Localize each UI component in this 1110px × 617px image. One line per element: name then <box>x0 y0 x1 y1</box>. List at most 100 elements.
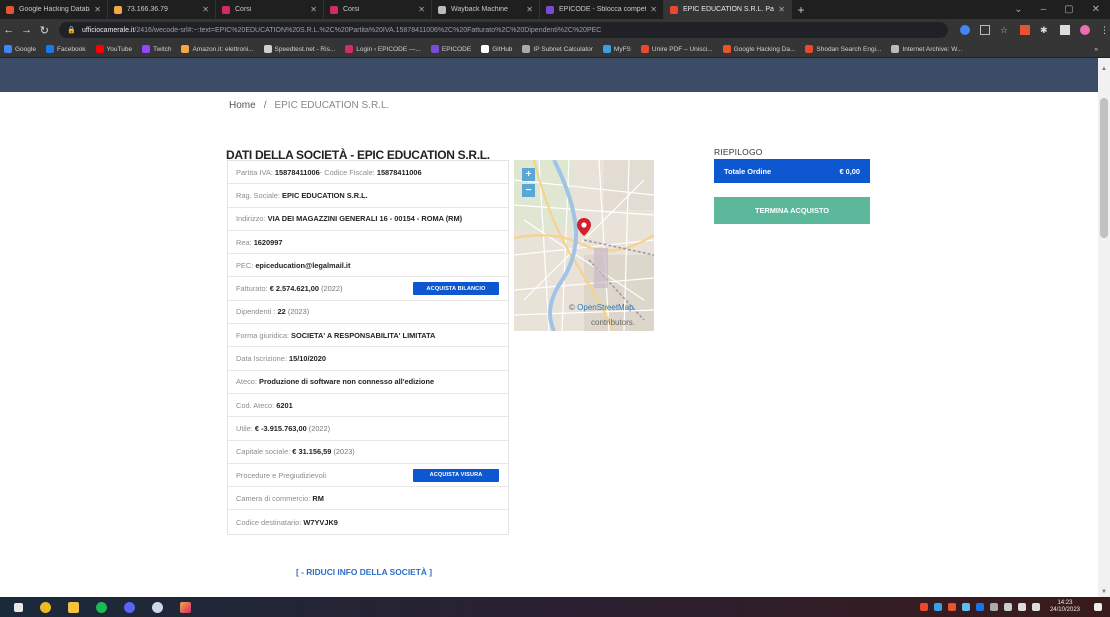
network-icon[interactable] <box>1017 603 1026 611</box>
openstreetmap-link[interactable]: OpenStreetMap <box>577 303 633 312</box>
map-zoom-out-button[interactable]: − <box>522 184 535 197</box>
detail-value: SOCIETA' A RESPONSABILITA' LIMITATA <box>291 330 436 340</box>
detail-year: (2022) <box>308 423 331 433</box>
buy-visura-button[interactable]: ACQUISTA VISURA <box>413 468 499 482</box>
url-host: ufficiocamerale.it <box>82 26 135 34</box>
bookmark-item[interactable]: IP Subnet Calculator <box>522 45 593 53</box>
chevron-down-icon[interactable]: ⌄ <box>1014 4 1022 15</box>
bookmark-item[interactable]: Amazon.it: elettroni... <box>181 45 254 53</box>
star-icon[interactable]: ☆ <box>1000 25 1010 35</box>
buy-balance-button[interactable]: ACQUISTA BILANCIO <box>413 282 499 296</box>
bookmark-item[interactable]: Internet Archive: W... <box>891 45 962 53</box>
tab-close-icon[interactable]: ✕ <box>310 5 317 14</box>
bookmark-item[interactable]: Twitch <box>142 45 171 53</box>
share-icon[interactable] <box>979 25 990 35</box>
detail-value: W7YVJK9 <box>303 517 338 527</box>
browser-tab[interactable]: EPICODE - Sblocca competenz✕ <box>540 0 664 19</box>
breadcrumb-home-link[interactable]: Home <box>229 100 256 111</box>
scrollbar-thumb[interactable] <box>1100 98 1108 238</box>
close-icon[interactable]: ✕ <box>1092 4 1100 15</box>
map-marker-icon[interactable] <box>577 218 591 236</box>
bookmark-favicon-icon <box>430 45 439 53</box>
taskbar-clock[interactable]: 14:23 24/10/2023 <box>1050 600 1080 614</box>
bookmark-item[interactable]: Speedtest.net - Ris... <box>263 45 335 53</box>
company-detail-row: Utile: € -3.915.763,00 (2022) <box>228 417 508 441</box>
checkout-button[interactable]: TERMINA ACQUISTO <box>714 197 870 224</box>
volume-icon[interactable] <box>1031 603 1040 611</box>
forward-icon[interactable]: → <box>18 24 36 36</box>
google-lens-icon[interactable] <box>959 25 970 35</box>
detail-label: Partita IVA: <box>236 167 273 177</box>
bookmark-favicon-icon <box>45 45 54 53</box>
company-detail-row: Camera di commercio: RM <box>228 487 508 511</box>
spotify-icon[interactable] <box>96 601 107 613</box>
detail-label: Forma giuridica: <box>236 330 289 340</box>
tray-app-icon[interactable] <box>975 603 984 611</box>
tray-app-icon[interactable] <box>933 603 942 611</box>
company-detail-row: Data Iscrizione: 15/10/2020 <box>228 347 508 371</box>
bookmark-item[interactable]: GitHub <box>481 45 512 53</box>
app-icon-colorful[interactable] <box>180 601 191 613</box>
menu-icon[interactable]: ⋮ <box>1100 25 1110 35</box>
browser-tab[interactable]: Google Hacking Database (GH ✕ <box>0 0 108 19</box>
restore-icon[interactable]: ▢ <box>1064 4 1073 15</box>
minimize-icon[interactable]: – <box>1041 4 1047 15</box>
sidepanel-icon[interactable] <box>1059 25 1070 35</box>
browser-tab[interactable]: Corsi ✕ <box>324 0 432 19</box>
browser-tab[interactable]: Corsi ✕ <box>216 0 324 19</box>
browser-tab[interactable]: Wayback Machine ✕ <box>432 0 540 19</box>
extension-icon-red[interactable] <box>1019 25 1030 35</box>
more-bookmarks-icon[interactable]: » <box>1094 46 1110 53</box>
taskbar-apps <box>0 601 191 613</box>
bookmark-item[interactable]: Facebook <box>45 45 86 53</box>
bookmark-item[interactable]: YouTube <box>95 45 132 53</box>
page-scrollbar[interactable]: ▲ ▼ <box>1098 58 1110 597</box>
map-zoom-in-button[interactable]: + <box>522 168 535 181</box>
tab-close-icon[interactable]: ✕ <box>650 5 657 14</box>
bookmark-item[interactable]: Google Hacking Da... <box>722 45 795 53</box>
tab-favicon-icon <box>670 5 678 14</box>
scroll-up-icon[interactable]: ▲ <box>1098 66 1110 72</box>
detail-label: Ateco: <box>236 377 257 387</box>
detail-value: VIA DEI MAGAZZINI GENERALI 16 - 00154 - … <box>267 214 463 224</box>
reload-icon[interactable]: ↻ <box>36 24 54 37</box>
tab-close-icon[interactable]: ✕ <box>778 5 785 14</box>
tab-close-icon[interactable]: ✕ <box>418 5 425 14</box>
tab-close-icon[interactable]: ✕ <box>94 5 101 14</box>
tray-app-icon[interactable] <box>961 603 970 611</box>
tab-close-icon[interactable]: ✕ <box>202 5 209 14</box>
tab-close-icon[interactable]: ✕ <box>526 5 533 14</box>
detail-value: € 31.156,59 <box>292 447 332 457</box>
discord-icon[interactable] <box>124 601 135 613</box>
browser-tab[interactable]: 73.166.36.79 ✕ <box>108 0 216 19</box>
bookmark-item[interactable]: EPICODE <box>430 45 471 53</box>
browser-tab[interactable]: EPIC EDUCATION S.R.L. Partita ✕ <box>664 0 792 19</box>
tab-favicon-icon <box>6 5 14 14</box>
tray-app-icon[interactable] <box>919 603 928 611</box>
breadcrumb-current: EPIC EDUCATION S.R.L. <box>274 100 390 111</box>
chrome-icon[interactable] <box>40 601 51 613</box>
tray-app-icon[interactable] <box>1003 603 1012 611</box>
url-input[interactable]: 🔒 ufficiocamerale.it /2416/wecode-srl#:~… <box>59 22 948 38</box>
tab-favicon-icon <box>438 5 446 14</box>
profile-avatar[interactable] <box>1079 25 1090 35</box>
reduce-company-info-link[interactable]: [ - RIDUCI INFO DELLA SOCIETÀ ] <box>296 567 432 577</box>
address-bar-row: ← → ↻ 🔒 ufficiocamerale.it /2416/wecode-… <box>0 19 1110 41</box>
bookmark-item[interactable]: MyFS <box>602 45 631 53</box>
bookmark-item[interactable]: Unire PDF – Unisci... <box>640 45 713 53</box>
bookmark-item[interactable]: Shodan Search Engi... <box>805 45 881 53</box>
tab-favicon-icon <box>114 5 122 14</box>
scroll-down-icon[interactable]: ▼ <box>1098 589 1110 595</box>
windows-start-icon[interactable] <box>14 602 23 612</box>
bookmark-item[interactable]: Login ‹ EPICODE —... <box>345 45 421 53</box>
puzzle-icon[interactable]: ✱ <box>1040 25 1050 35</box>
settings-gear-icon[interactable] <box>152 601 163 613</box>
new-tab-button[interactable]: + <box>792 0 810 19</box>
notification-icon[interactable] <box>1094 603 1102 611</box>
detail-value: 1620997 <box>253 237 283 247</box>
file-explorer-icon[interactable] <box>68 601 79 613</box>
bookmark-item[interactable]: Google <box>4 45 36 53</box>
tray-app-icon[interactable] <box>947 603 956 611</box>
back-icon[interactable]: ← <box>0 24 18 36</box>
tray-app-icon[interactable] <box>989 603 998 611</box>
